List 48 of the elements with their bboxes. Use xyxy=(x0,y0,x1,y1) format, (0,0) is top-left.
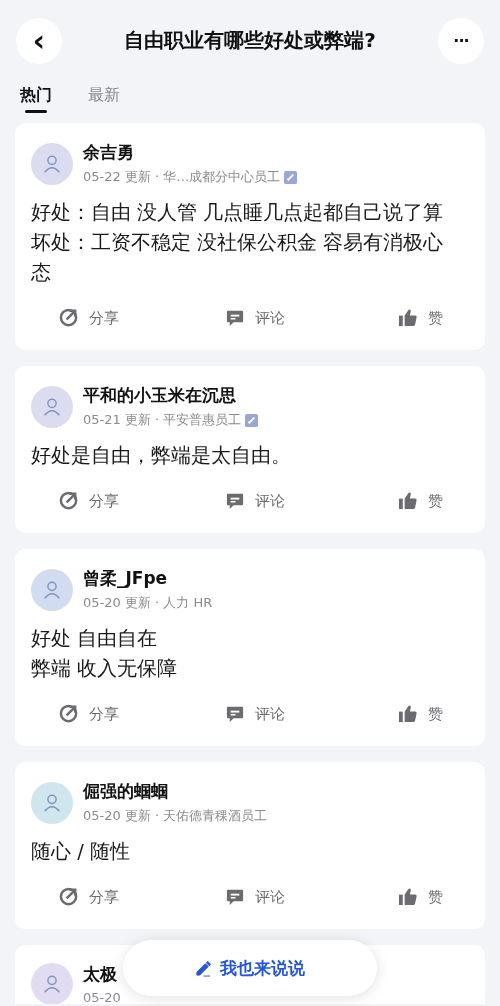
like-button[interactable]: 赞 xyxy=(398,491,443,511)
thumbs-up-icon xyxy=(398,887,418,907)
thumbs-up-icon xyxy=(398,491,418,511)
post-meta: 05-20 xyxy=(83,990,121,1004)
comment-icon xyxy=(225,887,245,907)
more-button[interactable]: ··· xyxy=(438,17,484,64)
like-button[interactable]: 赞 xyxy=(398,887,443,907)
author-name: 太极 xyxy=(83,963,118,986)
post-meta: 05-22 更新 · 华…成都分中心员工 xyxy=(83,168,281,186)
tab[interactable]: 最新 xyxy=(88,85,120,111)
post-text: 随心 / 随性 xyxy=(31,839,131,865)
like-button[interactable]: 赞 xyxy=(398,308,443,328)
post-text: 弊端 收入无保障 xyxy=(31,656,179,682)
post-meta: 05-20 更新 · 天佑德青稞酒员工 xyxy=(83,807,268,825)
post-text: 好处 自由自在 xyxy=(31,626,159,652)
share-icon xyxy=(59,491,79,511)
thumbs-up-icon xyxy=(398,308,418,328)
tab[interactable]: 热门 xyxy=(20,85,52,111)
comment-button[interactable]: 评论 xyxy=(225,308,285,328)
comment-button[interactable]: 评论 xyxy=(225,887,285,907)
comment-button[interactable]: 评论 xyxy=(225,704,285,724)
share-button[interactable]: 分享 xyxy=(59,704,177,724)
comment-button[interactable]: 评论 xyxy=(225,491,285,511)
person-icon xyxy=(41,973,63,995)
thumbs-up-icon xyxy=(398,704,418,724)
back-button[interactable]: ‹ xyxy=(16,17,62,64)
comment-icon xyxy=(225,704,245,724)
write-answer-button[interactable]: 我也来说说 xyxy=(123,940,377,996)
share-icon xyxy=(59,704,79,724)
share-icon xyxy=(59,887,79,907)
post-text: 坏处：工资不稳定 没社保公积金 容易有消极心态 xyxy=(31,230,445,286)
share-button[interactable]: 分享 xyxy=(59,308,177,328)
like-button[interactable]: 赞 xyxy=(398,704,443,724)
share-button[interactable]: 分享 xyxy=(59,491,177,511)
comment-icon xyxy=(225,491,245,511)
post-text: 好处：自由 没人管 几点睡几点起都自己说了算 xyxy=(31,200,445,226)
author-name: 平和的小玉米在沉思 xyxy=(83,384,237,407)
author-name: 曾柔_JFpe xyxy=(83,567,169,590)
post-meta: 05-21 更新 · 平安普惠员工 xyxy=(83,411,242,429)
post-text: 好处是自由，弊端是太自由。 xyxy=(31,443,292,469)
post-meta: 05-20 更新 · 人力 HR xyxy=(83,594,213,612)
author-name: 倔强的蝈蝈 xyxy=(83,780,169,803)
share-icon xyxy=(59,308,79,328)
share-button[interactable]: 分享 xyxy=(59,887,177,907)
pencil-icon xyxy=(195,959,212,977)
page-title: 自由职业有哪些好处或弊端? xyxy=(124,27,376,54)
author-name: 余吉勇 xyxy=(83,141,135,164)
comment-icon xyxy=(225,308,245,328)
